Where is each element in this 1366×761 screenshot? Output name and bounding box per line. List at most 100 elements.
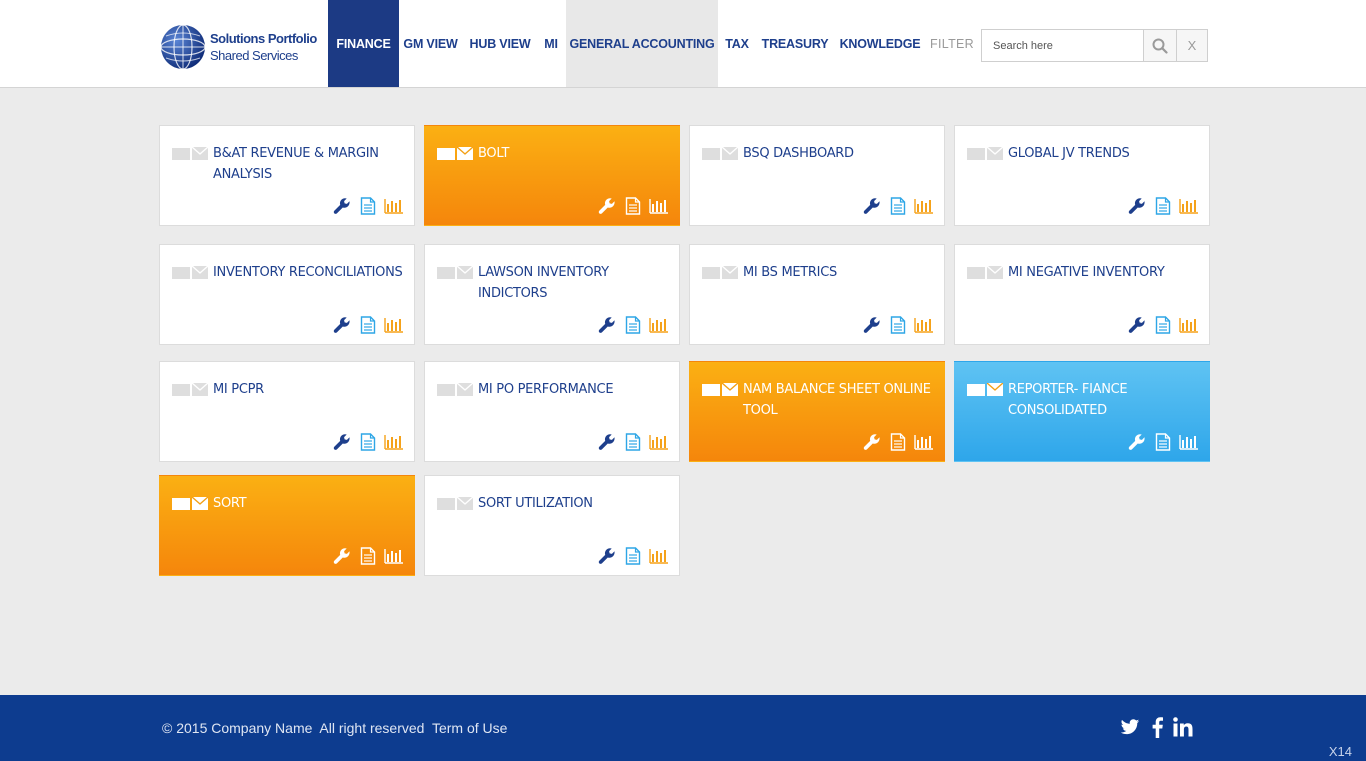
chart-button[interactable] <box>914 197 934 215</box>
chart-button[interactable] <box>649 547 669 565</box>
chart-button[interactable] <box>914 433 934 451</box>
document-button[interactable] <box>623 316 643 334</box>
settings-button[interactable] <box>332 433 352 451</box>
document-button[interactable] <box>888 433 908 451</box>
linkedin-link[interactable] <box>1171 715 1195 739</box>
wrench-icon <box>598 548 615 564</box>
settings-button[interactable] <box>1127 316 1147 334</box>
chart-button[interactable] <box>649 197 669 215</box>
nav-mi[interactable]: MI <box>538 0 564 87</box>
tile[interactable]: MI PO PERFORMANCE <box>424 361 680 462</box>
document-button[interactable] <box>1153 316 1173 334</box>
document-button[interactable] <box>358 316 378 334</box>
chart-button[interactable] <box>1179 316 1199 334</box>
nav-finance[interactable]: FINANCE <box>328 0 399 87</box>
tile-checkbox[interactable] <box>437 384 455 396</box>
tile-checkbox[interactable] <box>967 148 985 160</box>
tile[interactable]: BOLT <box>424 125 680 226</box>
tile[interactable]: SORT <box>159 475 415 576</box>
tile-checkbox[interactable] <box>437 498 455 510</box>
tile-checkbox[interactable] <box>172 498 190 510</box>
nav-knowledge[interactable]: KNOWLEDGE <box>838 0 922 87</box>
bar-chart-icon <box>914 318 933 333</box>
settings-button[interactable] <box>597 316 617 334</box>
logo[interactable]: Solutions Portfolio Shared Services <box>160 24 320 72</box>
tile[interactable]: GLOBAL JV TRENDS <box>954 125 1210 226</box>
nav-tax[interactable]: TAX <box>720 0 754 87</box>
tile-actions <box>597 197 669 215</box>
tile-actions <box>1127 316 1199 334</box>
nav-gm-view[interactable]: GM VIEW <box>399 0 462 87</box>
search-button[interactable] <box>1143 30 1176 61</box>
wrench-icon <box>863 317 880 333</box>
settings-button[interactable] <box>862 316 882 334</box>
tile-checkbox[interactable] <box>967 384 985 396</box>
linkedin-icon <box>1173 717 1193 737</box>
chart-button[interactable] <box>384 316 404 334</box>
tile[interactable]: BSQ DASHBOARD <box>689 125 945 226</box>
nav-treasury[interactable]: TREASURY <box>758 0 832 87</box>
chart-button[interactable] <box>384 433 404 451</box>
nav-hub-view[interactable]: HUB VIEW <box>464 0 536 87</box>
document-button[interactable] <box>358 433 378 451</box>
copyright-text: © 2015 Company Name All right reserved T… <box>162 720 508 736</box>
tile-actions <box>332 316 404 334</box>
settings-button[interactable] <box>862 197 882 215</box>
tile-checkbox[interactable] <box>172 384 190 396</box>
chart-button[interactable] <box>384 547 404 565</box>
document-button[interactable] <box>623 197 643 215</box>
facebook-link[interactable] <box>1145 715 1169 739</box>
chart-button[interactable] <box>1179 197 1199 215</box>
document-button[interactable] <box>358 197 378 215</box>
document-button[interactable] <box>888 316 908 334</box>
document-button[interactable] <box>623 547 643 565</box>
settings-button[interactable] <box>332 316 352 334</box>
tile[interactable]: SORT UTILIZATION <box>424 475 680 576</box>
search-input[interactable] <box>982 30 1143 61</box>
document-button[interactable] <box>358 547 378 565</box>
chart-button[interactable] <box>649 316 669 334</box>
nav-filter[interactable]: FILTER <box>926 0 978 87</box>
tile-checkbox[interactable] <box>967 267 985 279</box>
tile[interactable]: LAWSON INVENTORY INDICTORS <box>424 244 680 345</box>
mail-icon <box>457 497 473 510</box>
twitter-link[interactable] <box>1118 715 1142 739</box>
tile[interactable]: B&AT REVENUE & MARGIN ANALYSIS <box>159 125 415 226</box>
document-button[interactable] <box>888 197 908 215</box>
settings-button[interactable] <box>597 547 617 565</box>
document-button[interactable] <box>1153 433 1173 451</box>
nav-general-accounting[interactable]: GENERAL ACCOUNTING <box>566 0 718 87</box>
tile-checkbox[interactable] <box>702 148 720 160</box>
settings-button[interactable] <box>597 433 617 451</box>
chart-button[interactable] <box>649 433 669 451</box>
chart-button[interactable] <box>1179 433 1199 451</box>
tile[interactable]: INVENTORY RECONCILIATIONS <box>159 244 415 345</box>
brand-tagline: Shared Services <box>210 48 298 63</box>
tile-actions <box>1127 197 1199 215</box>
chart-button[interactable] <box>384 197 404 215</box>
settings-button[interactable] <box>1127 197 1147 215</box>
chart-button[interactable] <box>914 316 934 334</box>
tile-checkbox[interactable] <box>437 148 455 160</box>
tile-checkbox[interactable] <box>172 267 190 279</box>
settings-button[interactable] <box>1127 433 1147 451</box>
settings-button[interactable] <box>332 547 352 565</box>
settings-button[interactable] <box>597 197 617 215</box>
tile-checkbox[interactable] <box>702 384 720 396</box>
mail-icon <box>987 147 1003 160</box>
settings-button[interactable] <box>332 197 352 215</box>
tile-title: B&AT REVENUE & MARGIN ANALYSIS <box>213 146 379 182</box>
tile-checkbox[interactable] <box>172 148 190 160</box>
tile-checkbox[interactable] <box>437 267 455 279</box>
tile-checkbox[interactable] <box>702 267 720 279</box>
document-button[interactable] <box>623 433 643 451</box>
tile[interactable]: REPORTER- FIANCE CONSOLIDATED <box>954 361 1210 462</box>
facebook-icon <box>1152 716 1163 738</box>
document-button[interactable] <box>1153 197 1173 215</box>
tile[interactable]: MI PCPR <box>159 361 415 462</box>
tile[interactable]: MI NEGATIVE INVENTORY <box>954 244 1210 345</box>
tile[interactable]: MI BS METRICS <box>689 244 945 345</box>
settings-button[interactable] <box>862 433 882 451</box>
clear-search-button[interactable]: X <box>1176 30 1207 61</box>
tile[interactable]: NAM BALANCE SHEET ONLINE TOOL <box>689 361 945 462</box>
